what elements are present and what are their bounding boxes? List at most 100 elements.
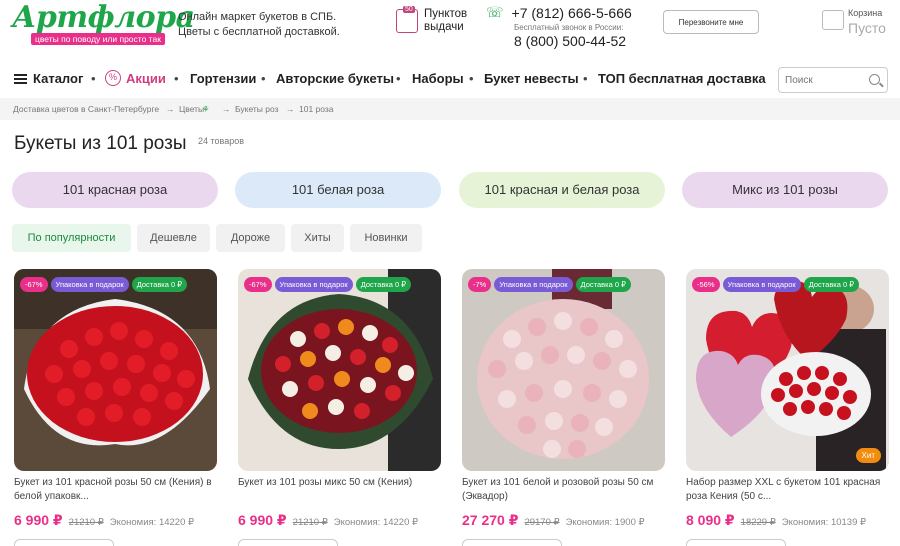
price-row: 27 270 ₽ 29170 ₽ Экономия: 1900 ₽ xyxy=(462,512,645,529)
breadcrumb-flowers[interactable]: Цветы xyxy=(179,104,204,114)
price-row: 8 090 ₽ 18229 ₽ Экономия: 10139 ₽ xyxy=(686,512,866,529)
breadcrumb-arrow-icon: → xyxy=(222,104,231,114)
nav-separator: • xyxy=(469,71,474,86)
product-image[interactable]: -67% Упаковка в подарок Доставка 0 ₽ xyxy=(14,269,217,471)
nav-separator: • xyxy=(91,71,96,86)
discount-badge: -7% xyxy=(468,277,492,292)
product-name[interactable]: Букет из 101 белой и розовой розы 50 см … xyxy=(462,476,665,504)
old-price: 21210 ₽ xyxy=(292,517,328,528)
economy: Экономия: 14220 ₽ xyxy=(333,517,419,528)
sort-cheaper[interactable]: Дешевле xyxy=(137,224,210,252)
site-tagline: Онлайн маркет букетов в СПБ. Цветы с бес… xyxy=(178,10,340,40)
old-price: 29170 ₽ xyxy=(524,517,560,528)
pickup-count-badge: 50 xyxy=(403,6,415,13)
product-image[interactable]: -56% Упаковка в подарок Доставка 0 ₽ Хит xyxy=(686,269,889,471)
nav-catalog[interactable]: Каталог xyxy=(33,71,83,86)
economy: Экономия: 1900 ₽ xyxy=(565,517,645,528)
flower-icon: ⚘ xyxy=(202,104,210,114)
cart-status: Пусто xyxy=(848,20,886,36)
product-price: 8 090 ₽ xyxy=(686,512,735,528)
nav-separator: • xyxy=(583,71,588,86)
category-white-roses[interactable]: 101 белая роза xyxy=(235,172,441,208)
product-image[interactable]: -7% Упаковка в подарок Доставка 0 ₽ xyxy=(462,269,665,471)
gift-badge: Упаковка в подарок xyxy=(50,277,129,292)
search-input[interactable] xyxy=(785,72,863,88)
delivery-badge: Доставка 0 ₽ xyxy=(803,277,860,292)
nav-top-free-delivery[interactable]: ТОП бесплатная доставка xyxy=(598,71,766,86)
economy: Экономия: 14220 ₽ xyxy=(109,517,195,528)
pickup-points-link[interactable]: 50 Пунктов выдачи xyxy=(396,6,474,34)
old-price: 18229 ₽ xyxy=(740,517,776,528)
cart-icon xyxy=(822,10,844,30)
economy: Экономия: 10139 ₽ xyxy=(781,517,867,528)
nav-author-bouquets[interactable]: Авторские букеты xyxy=(276,71,394,86)
product-name[interactable]: Набор размер XXL с букетом 101 красная р… xyxy=(686,476,889,504)
site-header: Артфлора цветы по поводу или просто так … xyxy=(0,0,900,60)
cart-label: Корзина xyxy=(848,8,883,18)
page-title: Букеты из 101 розы xyxy=(14,133,187,154)
discount-badge: -67% xyxy=(20,277,48,292)
buy-button[interactable] xyxy=(686,539,786,546)
nav-separator: • xyxy=(174,71,179,86)
category-red-roses[interactable]: 101 красная роза xyxy=(12,172,218,208)
logo-text: Артфлора xyxy=(12,0,195,35)
phone-block: ☏ +7 (812) 666-5-666 Бесплатный звонок в… xyxy=(486,4,632,49)
phone-free-number[interactable]: 8 (800) 500-44-52 xyxy=(514,33,632,49)
gift-badge: Упаковка в подарок xyxy=(274,277,353,292)
product-price: 6 990 ₽ xyxy=(238,512,287,528)
search-box[interactable] xyxy=(778,67,888,93)
sort-hits[interactable]: Хиты xyxy=(291,224,344,252)
breadcrumb-arrow-icon: → xyxy=(286,104,295,114)
hit-badge: Хит xyxy=(855,448,881,463)
breadcrumb-arrow-icon: → xyxy=(166,104,175,114)
delivery-badge: Доставка 0 ₽ xyxy=(575,277,631,292)
old-price: 21210 ₽ xyxy=(68,517,104,528)
nav-bridal[interactable]: Букет невесты xyxy=(484,71,579,86)
breadcrumb-home[interactable]: Доставка цветов в Санкт-Петербурге xyxy=(13,104,159,114)
breadcrumb: Доставка цветов в Санкт-Петербурге → Цве… xyxy=(0,98,900,120)
nav-separator: • xyxy=(261,71,266,86)
product-name[interactable]: Букет из 101 розы микс 50 см (Кения) xyxy=(238,476,441,490)
buy-button[interactable] xyxy=(462,539,562,546)
product-count: 24 товаров xyxy=(198,136,245,146)
breadcrumb-rose-bouquets[interactable]: Букеты роз xyxy=(235,104,279,114)
pickup-label: Пунктов выдачи xyxy=(424,8,468,33)
gift-badge: Упаковка в подарок xyxy=(722,277,801,292)
buy-button[interactable] xyxy=(238,539,338,546)
nav-sales[interactable]: Акции xyxy=(126,71,166,86)
category-red-white-roses[interactable]: 101 красная и белая роза xyxy=(459,172,665,208)
buy-button[interactable] xyxy=(14,539,114,546)
tagline-line2: Цветы с бесплатной доставкой. xyxy=(178,26,340,38)
percent-icon: % xyxy=(105,70,121,86)
main-nav: Каталог • % Акции • Гортензии • Авторски… xyxy=(0,62,900,96)
nav-separator: • xyxy=(396,71,401,86)
delivery-badge: Доставка 0 ₽ xyxy=(355,277,412,292)
sort-popularity[interactable]: По популярности xyxy=(12,224,131,252)
discount-badge: -56% xyxy=(692,277,720,292)
sort-new[interactable]: Новинки xyxy=(350,224,422,252)
product-image[interactable]: -67% Упаковка в подарок Доставка 0 ₽ xyxy=(238,269,441,471)
delivery-badge: Доставка 0 ₽ xyxy=(131,277,188,292)
discount-badge: -67% xyxy=(244,277,272,292)
tagline-line1: Онлайн маркет букетов в СПБ. xyxy=(178,11,337,23)
free-call-label: Бесплатный звонок в России: xyxy=(514,23,624,32)
product-price: 27 270 ₽ xyxy=(462,512,519,528)
price-row: 6 990 ₽ 21210 ₽ Экономия: 14220 ₽ xyxy=(238,512,418,529)
product-name[interactable]: Букет из 101 красной розы 50 см (Кения) … xyxy=(14,476,217,504)
nav-hydrangeas[interactable]: Гортензии xyxy=(190,71,256,86)
price-row: 6 990 ₽ 21210 ₽ Экономия: 14220 ₽ xyxy=(14,512,194,529)
breadcrumb-current: 101 роза xyxy=(299,104,334,114)
phone-icon: ☏ xyxy=(486,4,504,20)
nav-sets[interactable]: Наборы xyxy=(412,71,464,86)
logo[interactable]: Артфлора цветы по поводу или просто так xyxy=(12,2,195,46)
sort-expensive[interactable]: Дороже xyxy=(216,224,285,252)
store-icon: 50 xyxy=(396,6,418,33)
search-icon[interactable] xyxy=(869,74,880,85)
product-price: 6 990 ₽ xyxy=(14,512,63,528)
category-mix-roses[interactable]: Микс из 101 розы xyxy=(682,172,888,208)
menu-icon[interactable] xyxy=(14,74,27,84)
logo-tagline: цветы по поводу или просто так xyxy=(31,33,165,45)
gift-badge: Упаковка в подарок xyxy=(494,277,573,292)
callback-button[interactable]: Перезвоните мне xyxy=(663,10,759,34)
phone-number[interactable]: +7 (812) 666-5-666 xyxy=(512,5,632,21)
